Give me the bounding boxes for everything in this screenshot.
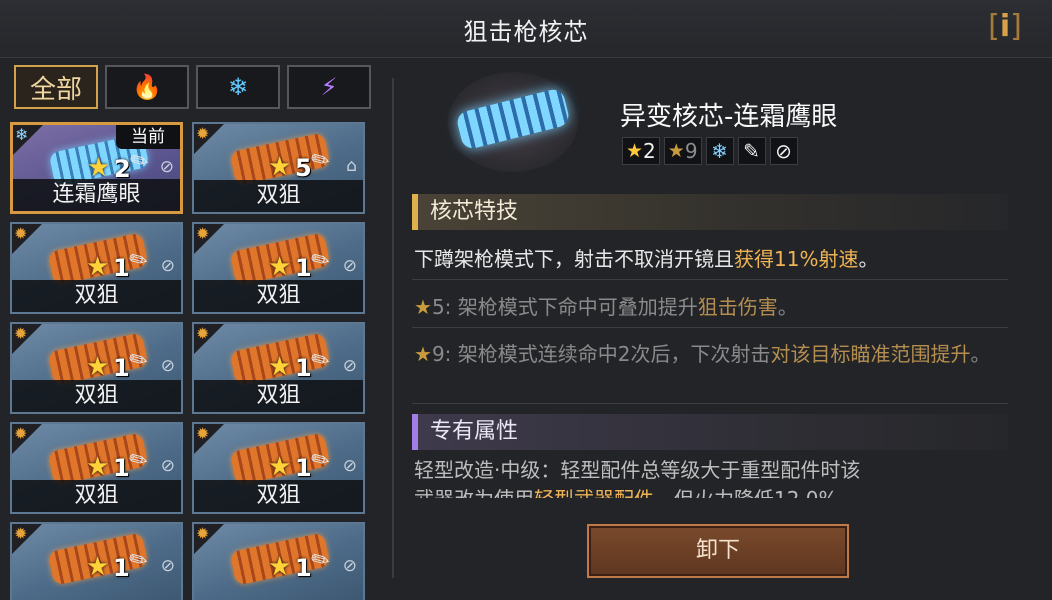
info-button[interactable]: [i] (981, 10, 1029, 46)
star-icon: ★ (86, 352, 110, 382)
core-card[interactable]: ✹ ✎ ★ 1 ⊘ (10, 522, 183, 600)
core-card[interactable]: ✹ ✎ ★ 5 ⌂ 双狙 (192, 122, 365, 214)
skill-tier9-text: ★9: 架枪模式连续命中2次后，下次射击对该目标瞄准范围提升。 (414, 342, 991, 366)
section-header-attributes: 专有属性 (412, 414, 1008, 450)
lock-icon: ⌂ (346, 156, 357, 176)
core-card[interactable]: ✹ ✎ ★ 1 ⊘ (192, 522, 365, 600)
core-name: 双狙 (194, 180, 363, 212)
core-name: 双狙 (12, 380, 181, 412)
skill-main-text: 下蹲架枪模式下，射击不取消开镜且获得11%射速。 (414, 247, 879, 271)
sniper-type-chip: ✎ (737, 137, 766, 165)
core-card[interactable]: ✹ ✎ ★ 1 ⊘ 双狙 (10, 222, 183, 314)
core-card[interactable]: ✹ ✎ ★ 1 ⊘ 双狙 (10, 422, 183, 514)
filter-tab-all[interactable]: 全部 (14, 65, 98, 109)
ice-element-icon: ❄ (15, 125, 29, 144)
sync-icon: ⊘ (159, 157, 174, 177)
core-name: 连霜鹰眼 (13, 179, 180, 211)
core-card[interactable]: ✹ ✎ ★ 1 ⊘ 双狙 (192, 422, 365, 514)
core-star-level: 1 (295, 554, 312, 582)
sync-icon: ⊘ (342, 256, 357, 276)
current-badge: 当前 (116, 125, 180, 149)
filter-tab-lightning[interactable]: ⚡ (287, 65, 371, 109)
core-star-level: 1 (113, 354, 130, 382)
core-star-level: 1 (295, 354, 312, 382)
attribute-text: 轻型改造·中级：轻型配件总等级大于重型配件时该 武器改为使用轻型武器配件，但火力… (414, 458, 861, 498)
sun-element-icon: ✹ (14, 424, 28, 443)
core-star-level: 1 (295, 254, 312, 282)
core-name: 双狙 (194, 480, 363, 512)
panel-divider (392, 78, 394, 578)
sniper-icon: ✎ (743, 139, 760, 163)
sync-icon: ⊘ (160, 556, 175, 576)
page-title: 狙击枪核芯 (463, 18, 589, 46)
fire-icon: 🔥 (132, 73, 162, 101)
core-star-level: 5 (295, 154, 312, 182)
core-stat-chips: ★ 2 ★ 9 ❄ ✎ ⊘ (622, 137, 798, 165)
sun-element-icon: ✹ (14, 524, 28, 543)
core-card[interactable]: ✹ ✎ ★ 1 ⊘ 双狙 (192, 222, 365, 314)
sync-icon: ⊘ (160, 456, 175, 476)
star-icon: ★ (268, 552, 292, 582)
star-icon: ★ (86, 452, 110, 482)
filter-tab-ice[interactable]: ❄ (196, 65, 280, 109)
sync-icon: ⊘ (160, 256, 175, 276)
star-icon: ★ (86, 552, 110, 582)
ice-element-chip: ❄ (705, 137, 734, 165)
star-icon: ★ (414, 342, 432, 366)
core-card-selected[interactable]: ❄ ✎ ★ 2 ⊘ 当前 连霜鹰眼 (10, 122, 183, 214)
skill-tier5-text: ★5: 架枪模式下命中可叠加提升狙击伤害。 (414, 295, 798, 319)
sync-icon: ⊘ (160, 356, 175, 376)
sync-icon: ⊘ (775, 139, 792, 163)
core-star-level: 1 (113, 554, 130, 582)
star-icon: ★ (268, 352, 292, 382)
sync-icon: ⊘ (342, 356, 357, 376)
sun-element-icon: ✹ (14, 324, 28, 343)
title-bar: 狙击枪核芯 [i] (0, 0, 1052, 58)
sun-element-icon: ✹ (14, 224, 28, 243)
unequip-button[interactable]: 卸下 (587, 524, 849, 578)
star-icon: ★ (414, 295, 432, 319)
core-name: 双狙 (12, 280, 181, 312)
star-icon: ★ (86, 252, 110, 282)
sun-element-icon: ✹ (196, 424, 210, 443)
sync-icon: ⊘ (342, 456, 357, 476)
star-icon: ★ (268, 152, 292, 182)
core-card[interactable]: ✹ ✎ ★ 1 ⊘ 双狙 (192, 322, 365, 414)
filter-tab-fire[interactable]: 🔥 (105, 65, 189, 109)
section-header-skill: 核芯特技 (412, 194, 1008, 230)
star-max-chip: ★ 9 (663, 137, 702, 165)
core-name: 双狙 (12, 480, 181, 512)
core-star-level: 1 (113, 254, 130, 282)
star-icon: ★ (667, 140, 685, 162)
core-detail-name: 异变核芯-连霜鹰眼 (620, 102, 838, 132)
sync-chip: ⊘ (769, 137, 798, 165)
info-icon: i (999, 9, 1011, 44)
core-name: 双狙 (194, 380, 363, 412)
core-star-level: 1 (113, 454, 130, 482)
snowflake-icon: ❄ (227, 73, 249, 101)
filter-tab-all-label: 全部 (29, 74, 82, 105)
sync-icon: ⊘ (342, 556, 357, 576)
lightning-icon: ⚡ (320, 73, 338, 101)
snowflake-icon: ❄ (711, 139, 728, 163)
sun-element-icon: ✹ (196, 324, 210, 343)
star-current-chip: ★ 2 (622, 137, 660, 165)
star-icon: ★ (268, 252, 292, 282)
sun-element-icon: ✹ (196, 224, 210, 243)
core-name: 双狙 (194, 280, 363, 312)
core-star-level: 1 (295, 454, 312, 482)
sun-element-icon: ✹ (196, 124, 210, 143)
star-icon: ★ (268, 452, 292, 482)
star-icon: ★ (626, 140, 644, 162)
sun-element-icon: ✹ (196, 524, 210, 543)
core-card[interactable]: ✹ ✎ ★ 1 ⊘ 双狙 (10, 322, 183, 414)
